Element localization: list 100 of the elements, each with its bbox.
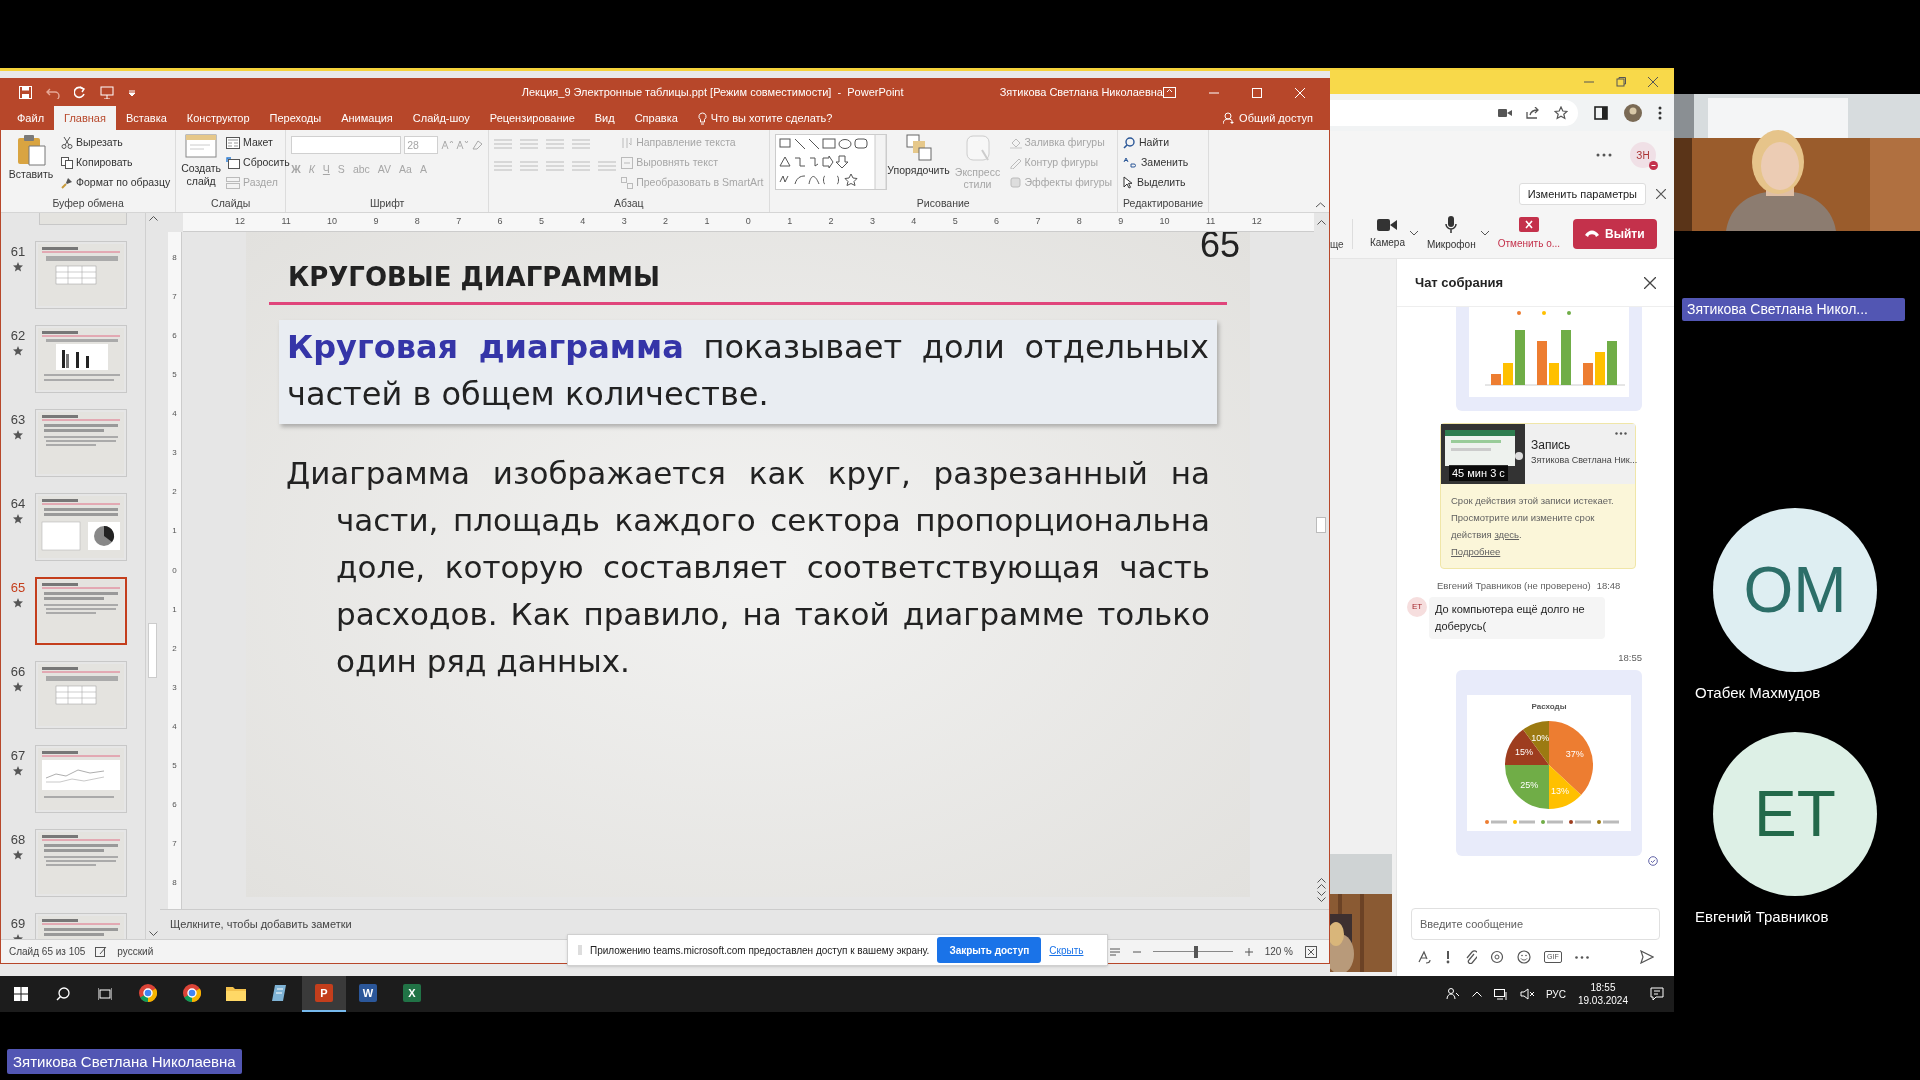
camera-button[interactable]: Камера — [1365, 217, 1410, 250]
close-icon[interactable] — [1656, 189, 1666, 199]
scroll-down-icon[interactable] — [1317, 891, 1326, 903]
more-icon[interactable] — [1615, 432, 1627, 435]
language-label[interactable]: русский — [117, 944, 154, 959]
send-icon[interactable] — [1640, 950, 1654, 964]
windows-start-icon[interactable] — [14, 987, 28, 1001]
ribbon-button[interactable]: Сбросить — [226, 154, 290, 171]
sidebar-icon[interactable] — [1594, 105, 1608, 120]
restore-icon[interactable] — [1616, 77, 1626, 87]
slide-thumbnail[interactable] — [35, 661, 127, 729]
undo-icon[interactable] — [46, 86, 60, 99]
notifications-icon[interactable] — [1650, 987, 1664, 1001]
collapse-ribbon-icon[interactable] — [1316, 202, 1325, 208]
ribbon-button[interactable]: Найти — [1123, 134, 1189, 151]
message-input[interactable]: Введите сообщение — [1411, 908, 1660, 940]
star-icon[interactable] — [1554, 105, 1568, 120]
ribbon-tab[interactable]: Вставка — [115, 106, 177, 130]
people-icon[interactable] — [1445, 987, 1460, 1001]
chrome-icon[interactable] — [139, 984, 157, 1002]
loop-icon[interactable] — [1490, 950, 1504, 964]
scroll-up-icon[interactable] — [1317, 219, 1326, 225]
office-app-icon[interactable]: W — [359, 984, 377, 1002]
slide-thumbnail[interactable] — [35, 325, 127, 393]
share-icon[interactable] — [1526, 106, 1540, 119]
hide-link[interactable]: Скрыть — [1049, 942, 1084, 958]
scrollbar-thumb[interactable] — [148, 623, 157, 678]
ribbon-button[interactable]: Заменить — [1123, 154, 1189, 171]
format-icon[interactable] — [1417, 950, 1431, 964]
zoom-in-icon[interactable] — [1244, 947, 1253, 956]
close-icon[interactable] — [1648, 77, 1658, 87]
scrollbar-thumb[interactable] — [1316, 517, 1326, 533]
slide-thumbnail[interactable] — [35, 745, 127, 813]
save-icon[interactable] — [19, 86, 32, 99]
ribbon-button[interactable]: Формат по образцу — [61, 174, 171, 191]
change-settings-button[interactable]: Изменить параметры — [1518, 183, 1646, 205]
slide-thumbnail[interactable] — [35, 409, 127, 477]
stop-sharing-button[interactable]: Закрыть доступ — [937, 937, 1042, 963]
share-button[interactable]: Общий доступ — [1223, 106, 1313, 130]
paste-button[interactable]: Вставить — [6, 134, 56, 196]
office-app-icon[interactable]: X — [403, 984, 421, 1002]
slide-thumbnail[interactable] — [35, 493, 127, 561]
chrome-icon[interactable] — [183, 984, 201, 1002]
slideshow-icon[interactable] — [100, 86, 114, 99]
avatar-icon[interactable] — [1624, 103, 1642, 122]
chart-image[interactable] — [1469, 307, 1629, 397]
emoji-icon[interactable] — [1517, 950, 1531, 964]
tell-me-search[interactable]: Что вы хотите сделать? — [687, 106, 843, 130]
taskbar-app[interactable]: X — [390, 976, 434, 1012]
taskbar-app[interactable]: P — [302, 976, 346, 1012]
task-view-icon[interactable] — [98, 987, 112, 1001]
ribbon-tab[interactable]: Анимация — [331, 106, 403, 130]
chevron-down-icon[interactable] — [1480, 231, 1489, 236]
ribbon-display-icon[interactable] — [1163, 87, 1176, 98]
ribbon-tab[interactable]: Вид — [584, 106, 625, 130]
address-bar[interactable] — [1330, 99, 1578, 126]
pie-chart[interactable]: Расходы 37% 13% 25% 15% 10% — [1467, 694, 1631, 831]
close-icon[interactable] — [1644, 276, 1656, 289]
ribbon-tab[interactable]: Справка — [624, 106, 688, 130]
customize-icon[interactable] — [128, 88, 136, 97]
ribbon-tab[interactable]: Рецензирование — [479, 106, 585, 130]
ribbon-button[interactable]: Вырезать — [61, 134, 171, 151]
notepad-icon[interactable] — [271, 984, 289, 1002]
ribbon-button[interactable]: Выделить — [1123, 174, 1189, 191]
ribbon-tab[interactable]: Главная — [54, 106, 116, 130]
user-avatar[interactable]: ЗН — [1630, 142, 1656, 168]
ribbon-tab[interactable]: Файл — [7, 106, 55, 130]
ribbon-button[interactable]: Макет — [226, 134, 290, 151]
chevron-down-icon[interactable] — [1409, 231, 1418, 236]
more-icon[interactable] — [1574, 955, 1589, 959]
ribbon-tab[interactable]: Конструктор — [176, 106, 260, 130]
drag-handle-icon[interactable] — [578, 945, 582, 955]
slide-thumbnail[interactable] — [35, 577, 127, 645]
search-icon[interactable] — [56, 987, 70, 1001]
network-icon[interactable] — [1493, 988, 1508, 1000]
shapes-gallery[interactable] — [774, 134, 887, 190]
tray-chevron-icon[interactable] — [1471, 991, 1482, 997]
office-app-icon[interactable]: P — [315, 984, 333, 1002]
important-icon[interactable] — [1444, 950, 1452, 964]
volume-muted-icon[interactable] — [1519, 988, 1534, 1000]
spelling-icon[interactable] — [95, 946, 108, 957]
maximize-icon[interactable] — [1252, 87, 1262, 98]
camera-icon[interactable] — [1498, 107, 1512, 118]
ribbon-button[interactable]: Копировать — [61, 154, 171, 171]
scroll-up-icon[interactable] — [1317, 877, 1326, 889]
mic-button[interactable]: Микрофон — [1421, 215, 1481, 252]
fit-slide-icon[interactable] — [1305, 945, 1317, 958]
scroll-up-icon[interactable] — [148, 215, 158, 221]
ribbon-tab[interactable]: Слайд-шоу — [402, 106, 480, 130]
ribbon-tab[interactable]: Переходы — [259, 106, 332, 130]
taskbar-app[interactable]: W — [346, 976, 390, 1012]
redo-icon[interactable] — [74, 86, 86, 99]
slide-thumbnail[interactable] — [35, 829, 127, 897]
leave-button[interactable]: Выйти — [1573, 218, 1657, 249]
new-slide-button[interactable]: Создать слайд — [181, 134, 222, 196]
more-link[interactable]: Подробнее — [1451, 546, 1501, 557]
zoom-slider[interactable] — [1152, 945, 1233, 958]
notes-placeholder[interactable]: Щелкните, чтобы добавить заметки — [170, 916, 352, 933]
more-icon[interactable] — [1658, 105, 1662, 120]
attach-icon[interactable] — [1465, 950, 1477, 964]
